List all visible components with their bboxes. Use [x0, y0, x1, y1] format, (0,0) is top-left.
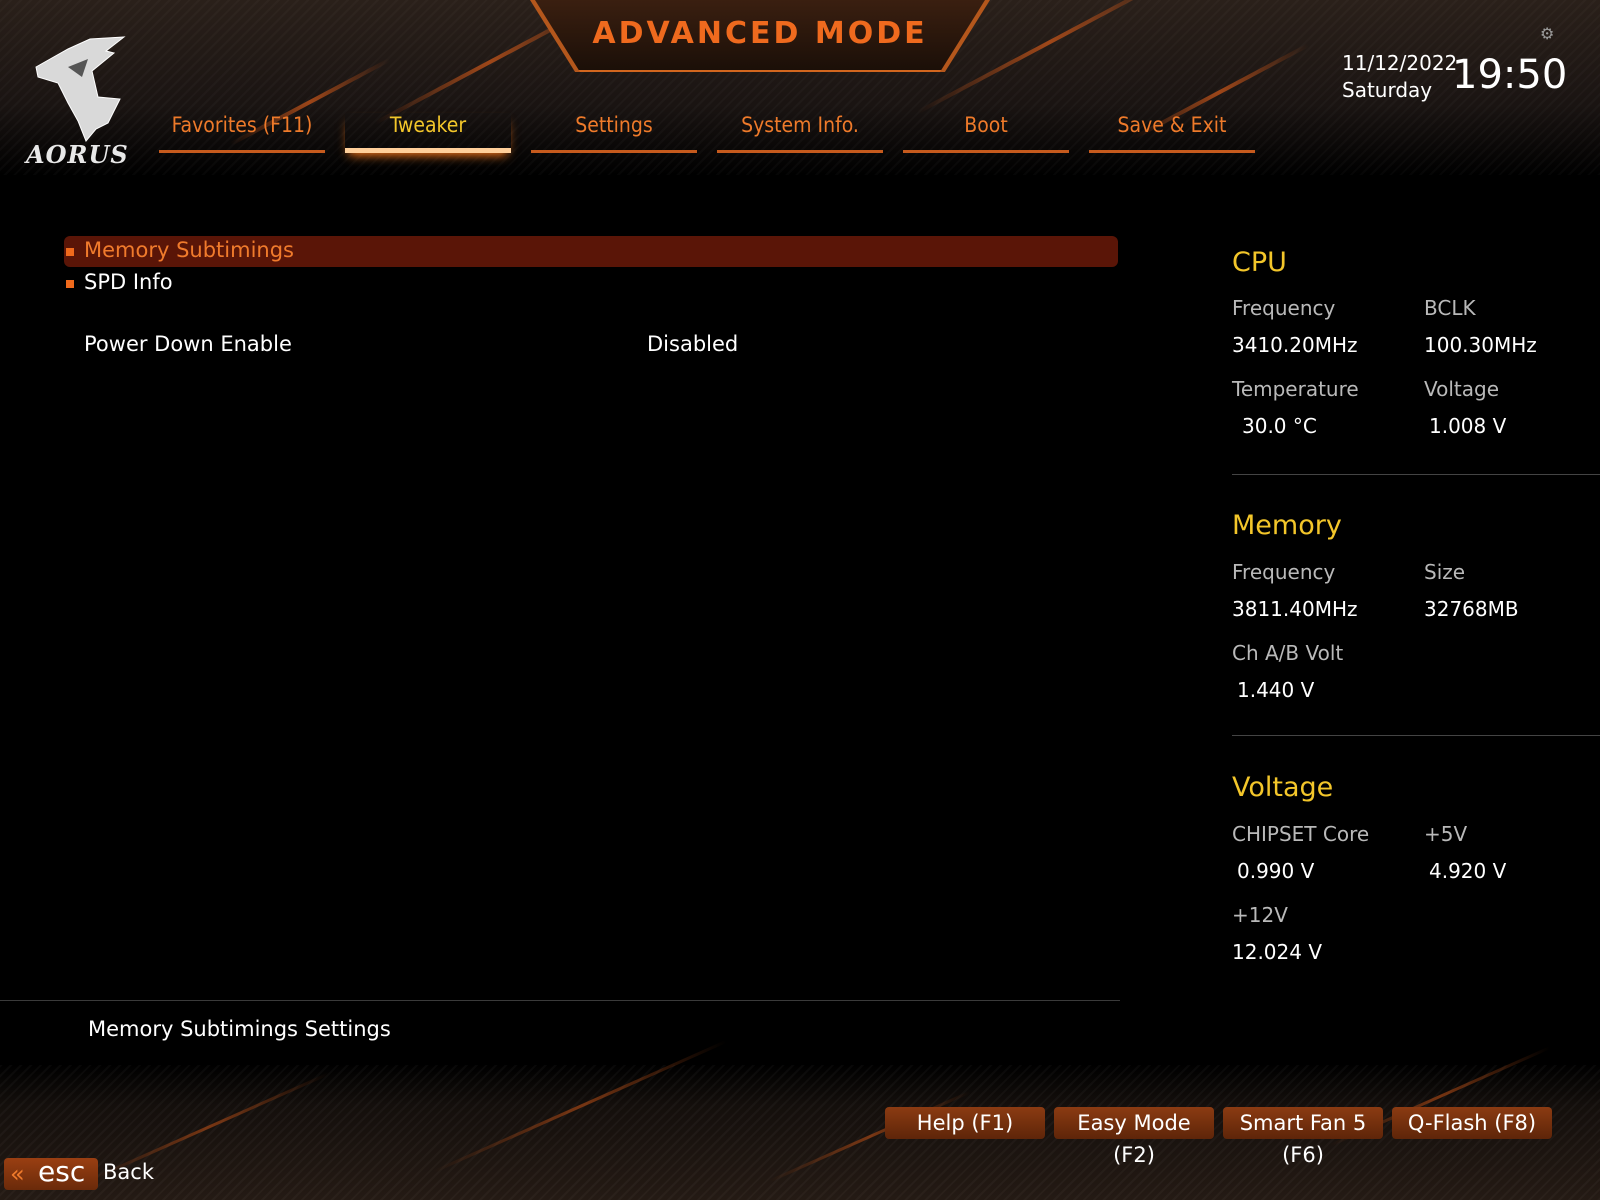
menu-item-memory-subtimings[interactable]: Memory Subtimings: [84, 238, 294, 262]
cpu-temperature-label: Temperature: [1232, 377, 1359, 401]
bullet-icon: [66, 280, 74, 288]
setting-power-down-enable-label[interactable]: Power Down Enable: [84, 332, 292, 356]
logo-text: AORUS: [26, 140, 129, 169]
date-display: 11/12/2022 Saturday: [1342, 50, 1457, 104]
memory-size-label: Size: [1424, 560, 1466, 584]
memory-volt-label: Ch A/B Volt: [1232, 641, 1344, 665]
panel-divider: [1232, 735, 1600, 736]
menu-item-spd-info[interactable]: SPD Info: [84, 270, 173, 294]
panel-memory-title: Memory: [1232, 510, 1342, 541]
v12-value: 12.024 V: [1232, 940, 1323, 964]
back-label[interactable]: Back: [103, 1160, 154, 1184]
tab-settings[interactable]: Settings: [531, 113, 697, 153]
tab-system-info[interactable]: System Info.: [717, 113, 883, 153]
double-chevron-left-icon: «: [10, 1160, 25, 1188]
memory-size-value: 32768MB: [1424, 597, 1519, 621]
memory-frequency-label: Frequency: [1232, 560, 1336, 584]
tab-save-exit[interactable]: Save & Exit: [1089, 113, 1255, 153]
memory-volt-value: 1.440 V: [1237, 678, 1315, 702]
clock-time: 19:50: [1452, 52, 1568, 98]
panel-cpu-title: CPU: [1232, 247, 1287, 278]
setting-power-down-enable-value[interactable]: Disabled: [647, 332, 738, 356]
cpu-frequency-value: 3410.20MHz: [1232, 333, 1358, 357]
mode-title: ADVANCED MODE: [592, 16, 928, 51]
bullet-icon: [66, 248, 74, 256]
smart-fan-button[interactable]: Smart Fan 5 (F6): [1223, 1107, 1383, 1167]
panel-divider: [1232, 474, 1600, 475]
cpu-voltage-label: Voltage: [1424, 377, 1500, 401]
tab-favorites[interactable]: Favorites (F11): [159, 113, 325, 153]
v5-value: 4.920 V: [1429, 859, 1507, 883]
cpu-temperature-value: 30.0 °C: [1242, 414, 1317, 438]
help-description: Memory Subtimings Settings: [88, 1017, 391, 1041]
tab-boot[interactable]: Boot: [903, 113, 1069, 153]
v5-label: +5V: [1424, 822, 1468, 846]
cpu-frequency-label: Frequency: [1232, 296, 1336, 320]
q-flash-button[interactable]: Q-Flash (F8): [1392, 1107, 1552, 1139]
gear-icon[interactable]: ⚙: [1540, 24, 1554, 43]
cpu-voltage-value: 1.008 V: [1429, 414, 1507, 438]
chipset-core-label: CHIPSET Core: [1232, 822, 1370, 846]
date-text: 11/12/2022: [1342, 51, 1458, 75]
tab-tweaker[interactable]: Tweaker: [345, 113, 511, 153]
panel-voltage-title: Voltage: [1232, 772, 1334, 803]
memory-frequency-value: 3811.40MHz: [1232, 597, 1358, 621]
cpu-bclk-value: 100.30MHz: [1424, 333, 1537, 357]
weekday-text: Saturday: [1342, 78, 1433, 102]
esc-key-label: esc: [38, 1155, 86, 1188]
help-button[interactable]: Help (F1): [885, 1107, 1045, 1139]
easy-mode-button[interactable]: Easy Mode (F2): [1054, 1107, 1214, 1167]
v12-label: +12V: [1232, 903, 1288, 927]
help-divider: [0, 1000, 1120, 1001]
cpu-bclk-label: BCLK: [1424, 296, 1476, 320]
chipset-core-value: 0.990 V: [1237, 859, 1315, 883]
